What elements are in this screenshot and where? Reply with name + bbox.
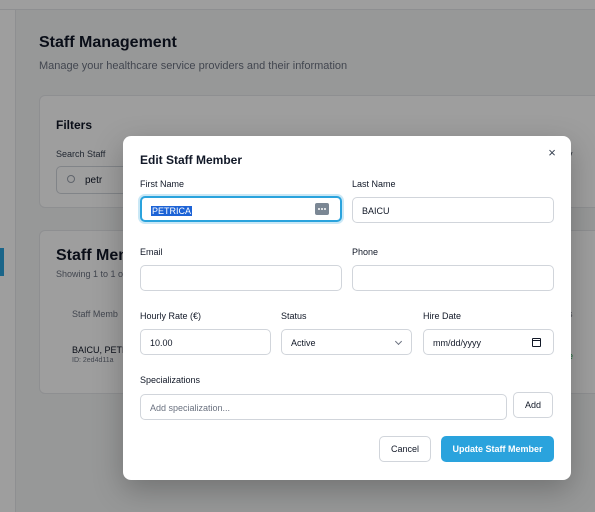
last-name-value: BAICU bbox=[362, 206, 390, 216]
hourly-rate-value: 10.00 bbox=[150, 338, 173, 348]
phone-field[interactable] bbox=[352, 265, 554, 291]
close-icon[interactable]: × bbox=[545, 146, 559, 160]
first-name-label: First Name bbox=[140, 179, 185, 189]
add-specialization-button[interactable]: Add bbox=[513, 392, 553, 418]
last-name-label: Last Name bbox=[352, 179, 396, 189]
email-label: Email bbox=[140, 247, 163, 257]
phone-label: Phone bbox=[352, 247, 379, 257]
calendar-icon[interactable] bbox=[532, 338, 541, 347]
status-select[interactable]: Active bbox=[281, 329, 412, 355]
status-label: Status bbox=[281, 311, 307, 321]
cancel-button[interactable]: Cancel bbox=[379, 436, 431, 462]
chevron-down-icon bbox=[394, 337, 403, 346]
hire-date-field[interactable]: mm/dd/yyyy bbox=[423, 329, 554, 355]
hire-date-label: Hire Date bbox=[423, 311, 462, 321]
modal-title: Edit Staff Member bbox=[140, 153, 243, 167]
specializations-label: Specializations bbox=[140, 375, 201, 385]
specialization-placeholder: Add specialization... bbox=[150, 403, 231, 413]
specialization-input[interactable]: Add specialization... bbox=[140, 394, 507, 420]
last-name-field[interactable]: BAICU bbox=[352, 197, 554, 223]
email-field[interactable] bbox=[140, 265, 342, 291]
password-manager-icon[interactable] bbox=[315, 203, 329, 215]
hourly-rate-field[interactable]: 10.00 bbox=[140, 329, 271, 355]
first-name-value: PETRICA bbox=[151, 206, 193, 216]
update-staff-member-button[interactable]: Update Staff Member bbox=[441, 436, 554, 462]
edit-staff-modal: Edit Staff Member × First Name PETRICA L… bbox=[123, 136, 571, 480]
first-name-field[interactable]: PETRICA bbox=[140, 196, 342, 222]
status-value: Active bbox=[291, 338, 316, 348]
hire-date-value: mm/dd/yyyy bbox=[433, 338, 482, 348]
hourly-rate-label: Hourly Rate (€) bbox=[140, 311, 202, 321]
